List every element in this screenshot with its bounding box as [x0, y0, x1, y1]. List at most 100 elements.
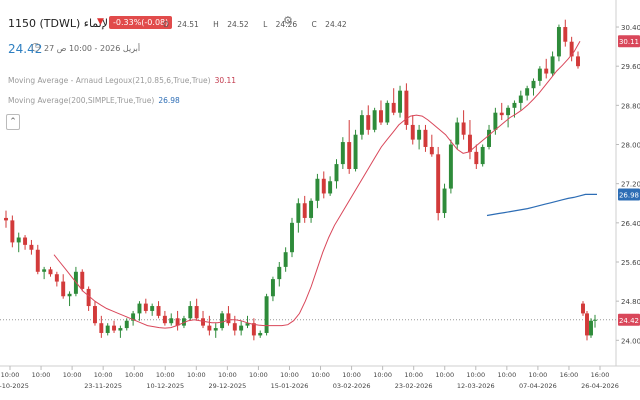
- candle-body: [124, 320, 129, 329]
- recent-candle-body: [581, 303, 585, 314]
- candle-body: [455, 122, 460, 145]
- candle-body: [23, 237, 28, 245]
- candle-body: [302, 203, 307, 218]
- candle-body: [156, 306, 161, 316]
- candle-body: [137, 303, 142, 314]
- x-tick-time: 10:00: [342, 371, 361, 379]
- recent-candle-body: [585, 313, 589, 336]
- candle-body: [112, 325, 117, 331]
- candle-body: [410, 124, 415, 140]
- candle-body: [537, 68, 542, 81]
- candle-body: [188, 306, 193, 319]
- candle-body: [270, 279, 275, 297]
- y-tick-label: 29.60: [621, 63, 640, 71]
- candle-body: [105, 325, 110, 333]
- candle-body: [436, 154, 441, 214]
- y-tick-label: 25.60: [621, 259, 640, 267]
- candle-body: [4, 217, 8, 221]
- candle-body: [493, 112, 498, 130]
- x-tick-date: 07-04-2026: [519, 382, 557, 390]
- x-tick-date: 12-03-2026: [457, 382, 495, 390]
- candle-body: [512, 102, 517, 108]
- candle-body: [35, 249, 40, 272]
- x-tick-time: 10:00: [63, 371, 82, 379]
- candle-body: [194, 306, 199, 319]
- x-tick-time: 10:00: [187, 371, 206, 379]
- candle-body: [264, 296, 269, 333]
- price-chart[interactable]: 24.00 24.80 25.60 26.40 27.20 28.00 28.80 29.60…: [0, 0, 640, 400]
- candle-body: [423, 129, 428, 147]
- candle-body: [544, 68, 549, 74]
- candle-body: [201, 318, 205, 326]
- x-tick-time: 10:00: [249, 371, 268, 379]
- x-tick-time: 10:00: [435, 371, 454, 379]
- candle-body: [347, 142, 352, 169]
- candle-body: [220, 313, 225, 329]
- x-tick-time: 10:00: [466, 371, 485, 379]
- candle-body: [226, 313, 231, 324]
- x-tick-time: 10:00: [1, 371, 20, 379]
- candle-body: [340, 142, 345, 165]
- x-tick-date: 29-10-2025: [0, 382, 29, 390]
- candle-body: [429, 146, 434, 155]
- x-tick-time: 10:00: [218, 371, 237, 379]
- candle-body: [550, 56, 555, 74]
- candle-body: [42, 269, 47, 272]
- x-tick-time: 10:00: [373, 371, 392, 379]
- candle-body: [576, 56, 580, 67]
- x-tick-time: 10:00: [404, 371, 423, 379]
- candle-body: [162, 315, 167, 324]
- x-tick-time: 10:00: [280, 371, 299, 379]
- current-value-label: 30.11: [619, 38, 639, 46]
- candle-body: [448, 144, 453, 189]
- candle-body: [309, 200, 314, 218]
- candle-body: [461, 122, 466, 135]
- candle-body: [531, 80, 536, 89]
- y-tick-label: 27.20: [621, 181, 640, 189]
- candle-body: [506, 107, 511, 116]
- candle-body: [232, 323, 237, 331]
- candle-body: [334, 164, 339, 182]
- candle-body: [10, 220, 15, 243]
- recent-candle-body: [593, 319, 597, 321]
- candle-body: [442, 188, 447, 214]
- candle-body: [321, 178, 326, 194]
- candle-body: [118, 328, 123, 331]
- candle-body: [398, 90, 403, 113]
- candle-body: [296, 203, 301, 223]
- candle-body: [16, 237, 21, 243]
- candle-body: [213, 328, 218, 331]
- candle-body: [366, 115, 371, 130]
- x-tick-time: 10:00: [32, 371, 51, 379]
- candle-body: [169, 318, 174, 324]
- candle-body: [315, 178, 320, 201]
- candle-body: [239, 325, 244, 331]
- candle-body: [29, 244, 34, 250]
- y-tick-label: 28.00: [621, 142, 640, 150]
- candle-body: [283, 252, 288, 267]
- candle-body: [499, 112, 504, 116]
- candle-body: [80, 271, 85, 289]
- current-value-label: 26.98: [619, 191, 639, 199]
- candle-body: [277, 266, 282, 280]
- candle-body: [487, 129, 491, 147]
- candle-body: [563, 27, 568, 42]
- candle-body: [99, 323, 104, 333]
- candle-body: [207, 325, 212, 331]
- x-tick-date: 10-12-2025: [146, 382, 184, 390]
- y-tick-label: 24.00: [621, 337, 640, 345]
- y-tick-label: 28.80: [621, 102, 640, 110]
- y-tick-label: 24.80: [621, 298, 640, 306]
- candle-body: [67, 293, 72, 297]
- x-tick-time: 10:00: [529, 371, 548, 379]
- x-tick-date: 29-12-2025: [208, 382, 246, 390]
- candle-body: [474, 151, 479, 165]
- y-tick-label: 30.40: [621, 24, 640, 32]
- x-tick-time: 10:00: [156, 371, 175, 379]
- candle-body: [54, 274, 59, 282]
- candle-body: [391, 102, 396, 113]
- candle-body: [143, 303, 148, 311]
- x-tick-time: 16:00: [560, 371, 579, 379]
- candle-body: [417, 129, 422, 140]
- x-tick-time: 10:00: [311, 371, 330, 379]
